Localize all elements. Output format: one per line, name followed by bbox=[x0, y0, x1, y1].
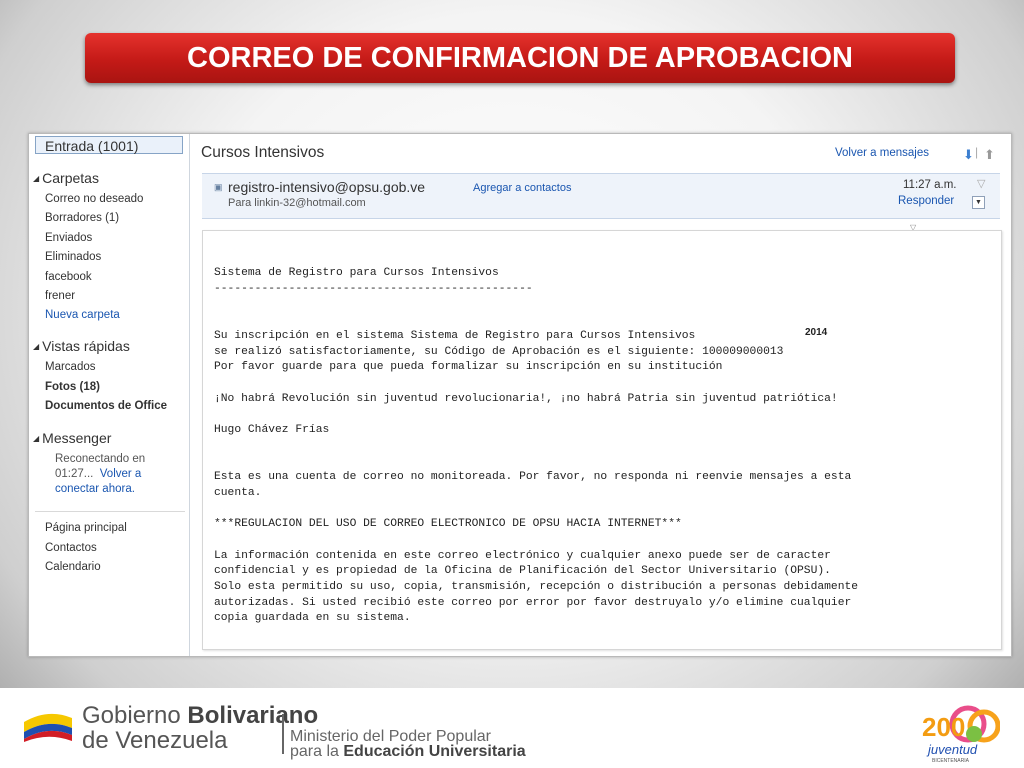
messenger-status: Reconectando en 01:27... Volver a conect… bbox=[55, 452, 145, 497]
sidebar-divider bbox=[35, 511, 185, 512]
year-tag: 2014 bbox=[805, 327, 828, 338]
email-body-line: copia guardada en su sistema. bbox=[214, 612, 411, 625]
email-body-line bbox=[214, 454, 858, 470]
email-body-line: Esta es una cuenta de correo no monitore… bbox=[214, 471, 852, 484]
bicentenary-youth-logo: 200 juventud BICENTENARIA bbox=[922, 705, 1000, 764]
sidebar-item-flagged[interactable]: Marcados bbox=[45, 361, 96, 373]
recipient: Para linkin-32@hotmail.com bbox=[228, 197, 366, 209]
email-subject: Cursos Intensivos bbox=[201, 144, 325, 161]
email-body-line bbox=[214, 313, 858, 329]
toolbar-divider: | bbox=[975, 145, 979, 159]
email-body-line: Solo esta permitido su uso, copia, trans… bbox=[214, 581, 859, 594]
email-body-line: La información contenida en este correo … bbox=[214, 549, 831, 562]
collapse-triangle-icon: ◢ bbox=[33, 342, 40, 351]
messenger-header[interactable]: ◢ Messenger bbox=[33, 430, 111, 446]
folders-header-label: Carpetas bbox=[42, 170, 99, 186]
ministry-line-2: para la Educación Universitaria bbox=[290, 743, 526, 761]
quick-views-header-label: Vistas rápidas bbox=[42, 338, 130, 354]
sidebar-item-frener[interactable]: frener bbox=[45, 290, 75, 302]
logo-year: 200 bbox=[922, 712, 965, 742]
email-body-line: Hugo Chávez Frías bbox=[214, 424, 330, 437]
email-body-line bbox=[214, 502, 858, 518]
email-body-line bbox=[214, 376, 858, 392]
sidebar-item-deleted[interactable]: Eliminados bbox=[45, 251, 101, 263]
reconnect-link[interactable]: Volver a bbox=[100, 468, 142, 480]
ministry-part: para la bbox=[290, 743, 344, 760]
sidebar-item-drafts[interactable]: Borradores (1) bbox=[45, 212, 119, 224]
gov-name-line-2: de Venezuela bbox=[82, 727, 228, 754]
sidebar-item-inbox[interactable]: Entrada (1001) bbox=[35, 136, 183, 154]
email-body-line: confidencial y es propiedad de la Oficin… bbox=[214, 565, 831, 578]
reply-dropdown-icon[interactable]: ▼ bbox=[972, 196, 985, 209]
footer: Gobierno Bolivariano de Venezuela Minist… bbox=[0, 688, 1024, 768]
reading-pane: Cursos Intensivos Volver a mensajes ⬇ | … bbox=[192, 134, 1011, 656]
reply-button[interactable]: Responder bbox=[898, 195, 954, 207]
gov-name-bold: Bolivariano bbox=[187, 702, 319, 729]
email-body-line: se realizó satisfactoriamente, su Código… bbox=[214, 345, 784, 358]
quick-views-header[interactable]: ◢ Vistas rápidas bbox=[33, 338, 130, 354]
sidebar-item-office-docs[interactable]: Documentos de Office bbox=[45, 400, 167, 412]
email-body: Sistema de Registro para Cursos Intensiv… bbox=[202, 230, 1002, 650]
reconnect-link-cont[interactable]: conectar ahora. bbox=[55, 482, 145, 497]
email-body-line: ----------------------------------------… bbox=[214, 282, 533, 295]
flag-icon[interactable]: ▽ bbox=[977, 177, 985, 190]
email-body-line: autorizadas. Si usted recibió este corre… bbox=[214, 596, 852, 609]
email-body-line: Su inscripción en el sistema Sistema de … bbox=[214, 329, 696, 342]
venezuela-flag-logo bbox=[24, 713, 72, 742]
collapse-triangle-icon: ◢ bbox=[33, 174, 40, 183]
add-to-contacts-link[interactable]: Agregar a contactos bbox=[473, 182, 571, 194]
sidebar-item-calendar[interactable]: Calendario bbox=[45, 561, 101, 573]
email-body-line bbox=[214, 297, 858, 313]
back-to-messages-link[interactable]: Volver a mensajes bbox=[835, 147, 929, 159]
slide-title: CORREO DE CONFIRMACION DE APROBACION bbox=[85, 33, 955, 83]
collapse-triangle-icon: ◢ bbox=[33, 434, 40, 443]
messenger-header-label: Messenger bbox=[42, 430, 112, 446]
gov-name-part: Gobierno bbox=[82, 702, 188, 729]
sidebar-item-photos[interactable]: Fotos (18) bbox=[45, 381, 100, 393]
email-body-line: ***REGULACION DEL USO DE CORREO ELECTRON… bbox=[214, 518, 682, 531]
email-body-text: Sistema de Registro para Cursos Intensiv… bbox=[214, 266, 858, 627]
new-folder-link[interactable]: Nueva carpeta bbox=[45, 309, 120, 321]
sender-address[interactable]: registro-intensivo@opsu.gob.ve bbox=[228, 179, 425, 195]
previous-message-icon[interactable]: ⬆ bbox=[984, 147, 995, 163]
logo-text: juventud bbox=[926, 742, 978, 757]
footer-divider bbox=[282, 714, 284, 754]
messenger-status-time: 01:27... bbox=[55, 468, 94, 480]
ministry-bold: Educación Universitaria bbox=[343, 743, 526, 760]
sender-icon: ▣ bbox=[214, 182, 223, 192]
messenger-status-line: Reconectando en bbox=[55, 453, 146, 465]
email-header: ▣ registro-intensivo@opsu.gob.ve Agregar… bbox=[202, 173, 1000, 219]
email-body-line: ¡No habrá Revolución sin juventud revolu… bbox=[214, 392, 838, 405]
sidebar-item-junk[interactable]: Correo no deseado bbox=[45, 193, 143, 205]
email-body-line: cuenta. bbox=[214, 486, 262, 499]
sidebar-item-sent[interactable]: Enviados bbox=[45, 232, 92, 244]
logo-sub: BICENTENARIA bbox=[932, 758, 970, 764]
email-body-line: Por favor guarde para que pueda formaliz… bbox=[214, 361, 723, 374]
sidebar-item-home[interactable]: Página principal bbox=[45, 522, 127, 534]
email-body-line bbox=[214, 439, 858, 455]
sidebar: Entrada (1001) ◢ Carpetas Correo no desea… bbox=[29, 134, 190, 656]
folders-header[interactable]: ◢ Carpetas bbox=[33, 170, 99, 186]
email-time: 11:27 a.m. bbox=[903, 179, 957, 191]
email-body-line bbox=[214, 407, 858, 423]
email-client-screenshot: Entrada (1001) ◢ Carpetas Correo no desea… bbox=[28, 133, 1012, 657]
email-body-line: Sistema de Registro para Cursos Intensiv… bbox=[214, 267, 499, 279]
sidebar-item-contacts[interactable]: Contactos bbox=[45, 542, 97, 554]
email-body-line bbox=[214, 533, 858, 549]
sidebar-item-facebook[interactable]: facebook bbox=[45, 271, 92, 283]
next-message-icon[interactable]: ⬇ bbox=[963, 147, 974, 163]
